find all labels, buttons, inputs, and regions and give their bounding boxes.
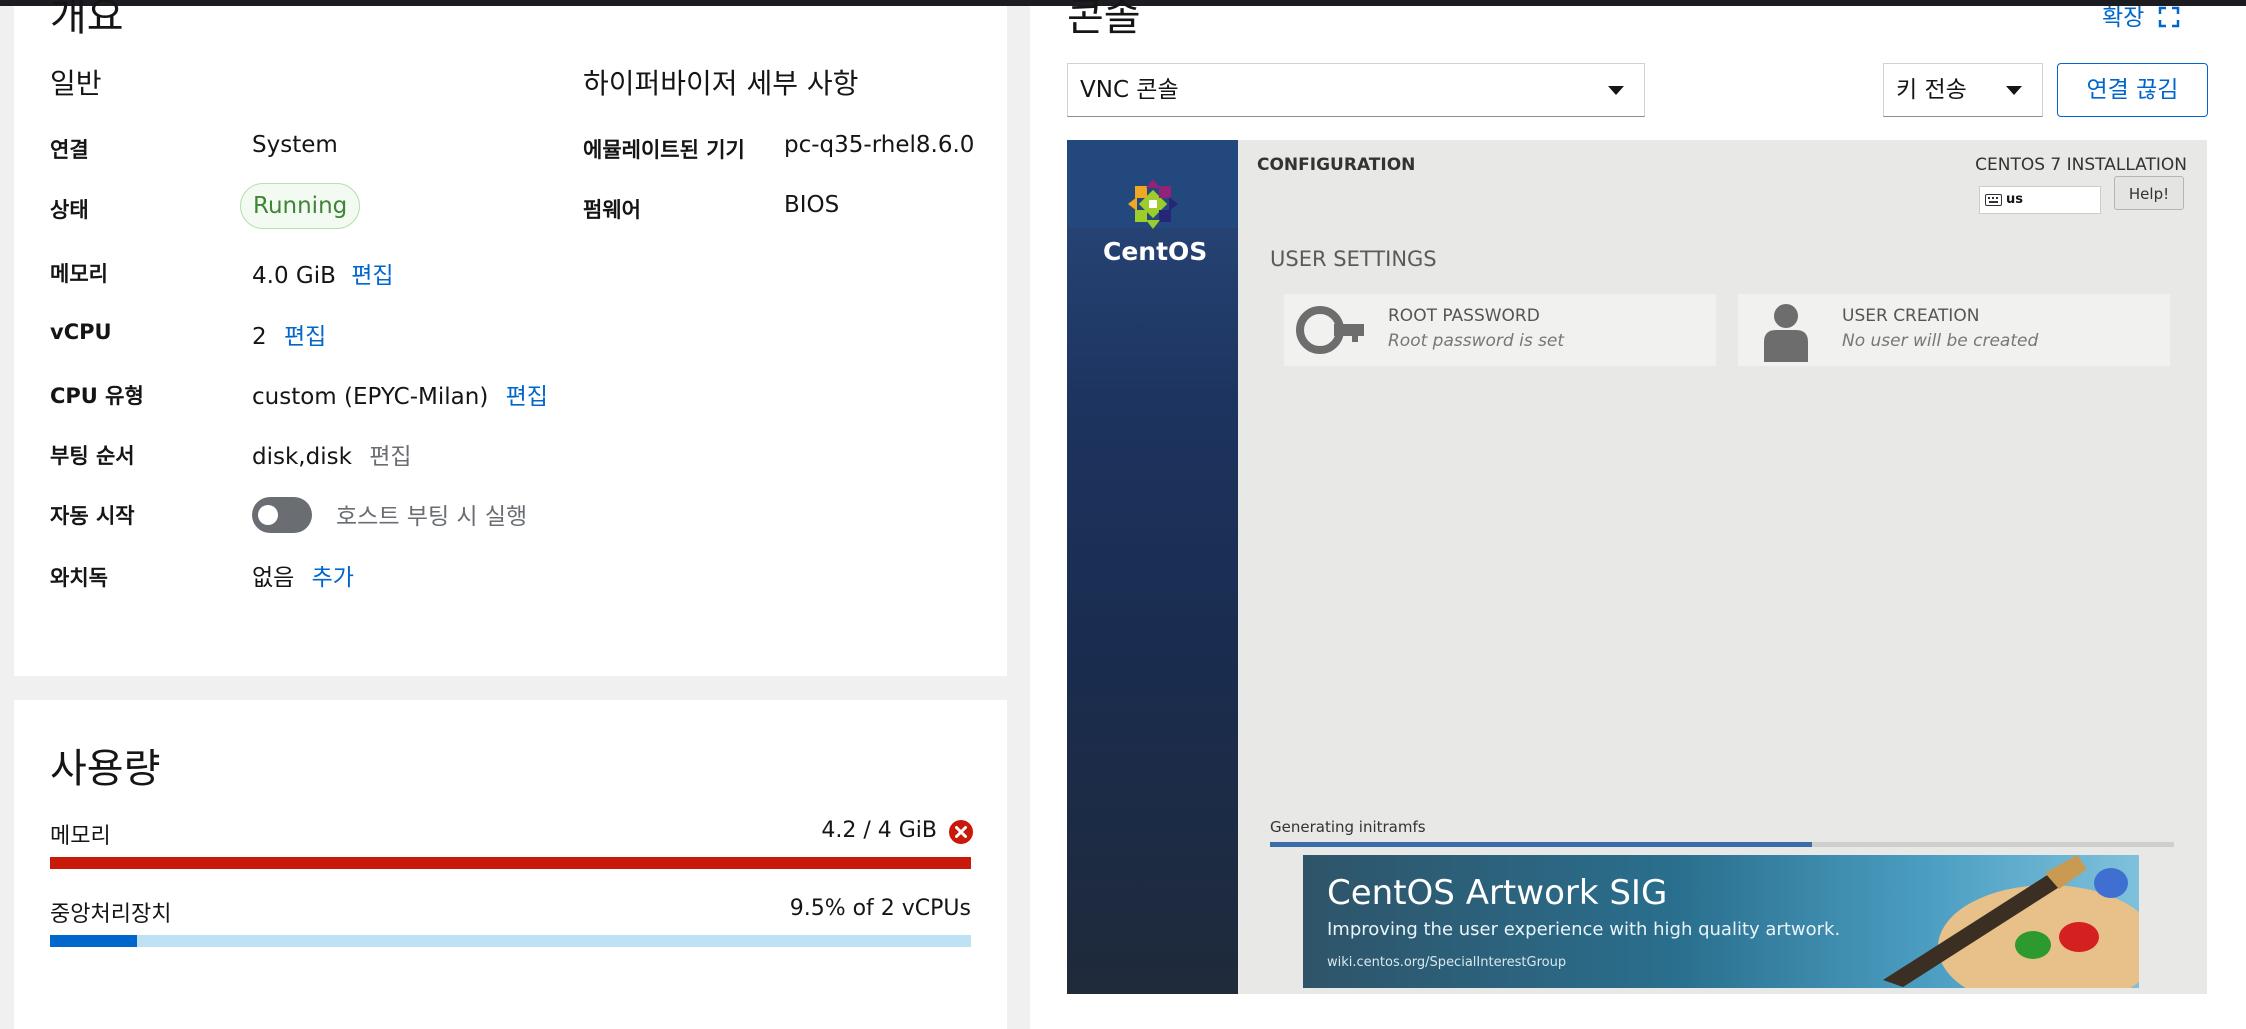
- keyboard-layout-value: us: [2006, 192, 2023, 207]
- boot-order-value-group: disk,disk 편집: [252, 437, 412, 471]
- cpu-type-edit-link[interactable]: 편집: [506, 384, 548, 410]
- user-creation-spoke[interactable]: USER CREATION No user will be created: [1738, 294, 2170, 366]
- user-settings-label: USER SETTINGS: [1270, 247, 1437, 271]
- vcpu-value: 2: [252, 324, 267, 350]
- watchdog-value-group: 없음 추가: [252, 558, 354, 592]
- banner-subtitle: Improving the user experience with high …: [1327, 919, 1841, 940]
- expand-icon: [2158, 6, 2179, 28]
- install-progress-fill: [1270, 842, 1813, 847]
- emulated-machine-label: 에뮬레이트된 기기: [583, 138, 745, 162]
- banner-title: CentOS Artwork SIG: [1327, 873, 1668, 913]
- memory-usage-value: 4.2 / 4 GiB: [821, 818, 937, 843]
- general-title: 일반: [50, 67, 102, 100]
- chevron-down-icon: [2006, 86, 2022, 95]
- installer-sidebar: [1067, 140, 1238, 994]
- expand-label: 확장: [2102, 5, 2145, 31]
- chevron-down-icon: [1608, 86, 1624, 95]
- boot-order-edit-link[interactable]: 편집: [369, 444, 411, 470]
- paint-palette-icon: [1883, 855, 2139, 988]
- console-type-select[interactable]: VNC 콘솔: [1067, 63, 1645, 117]
- send-key-select[interactable]: 키 전송: [1883, 63, 2043, 117]
- toggle-knob: [258, 505, 278, 525]
- user-creation-status: No user will be created: [1842, 331, 2039, 351]
- firmware-label: 펌웨어: [583, 198, 641, 222]
- watchdog-label: 와치독: [50, 566, 108, 590]
- cpu-type-label: CPU 유형: [50, 384, 144, 408]
- keyboard-layout-field[interactable]: us: [1979, 186, 2101, 214]
- autostart-toggle[interactable]: [252, 497, 312, 533]
- overview-title: 개요: [50, 0, 124, 40]
- root-password-spoke[interactable]: ROOT PASSWORD Root password is set: [1284, 294, 1716, 366]
- connection-value: System: [252, 132, 338, 158]
- cpu-type-value: custom (EPYC-Milan): [252, 384, 489, 410]
- memory-usage-bar: [50, 857, 971, 869]
- install-title: CENTOS 7 INSTALLATION: [1975, 155, 2187, 175]
- firmware-value: BIOS: [784, 192, 840, 218]
- vcpu-value-group: 2 편집: [252, 317, 326, 351]
- emulated-machine-value: pc-q35-rhel8.6.0: [784, 132, 975, 158]
- memory-edit-link[interactable]: 편집: [351, 263, 393, 289]
- send-key-label: 키 전송: [1896, 77, 1967, 103]
- install-progress-text: Generating initramfs: [1270, 818, 1426, 836]
- help-button[interactable]: Help!: [2114, 176, 2184, 210]
- cpu-type-value-group: custom (EPYC-Milan) 편집: [252, 377, 548, 411]
- centos-logo-text: CentOS: [1103, 237, 1208, 266]
- connection-label: 연결: [50, 138, 89, 162]
- memory-value-group: 4.0 GiB 편집: [252, 256, 394, 290]
- disconnect-button[interactable]: 연결 끊김: [2057, 63, 2208, 117]
- cpu-usage-value: 9.5% of 2 vCPUs: [789, 896, 971, 921]
- status-label: 상태: [50, 198, 89, 222]
- boot-order-label: 부팅 순서: [50, 444, 135, 468]
- install-progress-bar: [1270, 842, 2174, 847]
- memory-usage-label: 메모리: [50, 824, 111, 849]
- memory-usage-fill: [50, 857, 971, 869]
- artwork-banner: CentOS Artwork SIG Improving the user ex…: [1303, 855, 2139, 988]
- root-password-title: ROOT PASSWORD: [1388, 306, 1540, 326]
- banner-url: wiki.centos.org/SpecialInterestGroup: [1327, 955, 1567, 970]
- usage-card: 사용량 메모리 4.2 / 4 GiB 중앙처리장치 9.5% of 2 vCP…: [14, 700, 1007, 1029]
- cpu-usage-bar: [50, 935, 971, 947]
- root-password-status: Root password is set: [1388, 331, 1565, 351]
- memory-label: 메모리: [50, 262, 108, 286]
- console-type-value: VNC 콘솔: [1080, 77, 1179, 103]
- hypervisor-title: 하이퍼바이저 세부 사항: [583, 67, 859, 100]
- error-icon: [949, 820, 973, 844]
- usage-title: 사용량: [50, 746, 161, 792]
- user-creation-title: USER CREATION: [1842, 306, 1980, 326]
- cpu-usage-label: 중앙처리장치: [50, 902, 172, 927]
- vnc-screen[interactable]: CentOS CONFIGURATION CENTOS 7 INSTALLATI…: [1067, 140, 2207, 994]
- cpu-usage-fill: [50, 935, 138, 947]
- keyboard-icon: [1985, 194, 2002, 206]
- autostart-text: 호스트 부팅 시 실행: [336, 504, 528, 530]
- boot-order-value: disk,disk: [252, 444, 352, 470]
- console-title: 콘솔: [1067, 0, 1141, 40]
- watchdog-value: 없음: [252, 565, 295, 591]
- watchdog-add-link[interactable]: 추가: [312, 565, 354, 591]
- vcpu-label: vCPU: [50, 320, 112, 344]
- expand-button[interactable]: 확장: [2102, 0, 2180, 32]
- vcpu-edit-link[interactable]: 편집: [284, 324, 326, 350]
- status-badge: Running: [240, 183, 361, 229]
- memory-value: 4.0 GiB: [252, 263, 336, 289]
- centos-logo-icon: [1128, 179, 1178, 229]
- configuration-label: CONFIGURATION: [1257, 155, 1416, 175]
- overview-card: 개요 일반 하이퍼바이저 세부 사항 연결 System 상태 Running …: [14, 0, 1007, 676]
- autostart-label: 자동 시작: [50, 504, 135, 528]
- key-icon: [1296, 306, 1364, 354]
- user-icon: [1764, 304, 1808, 362]
